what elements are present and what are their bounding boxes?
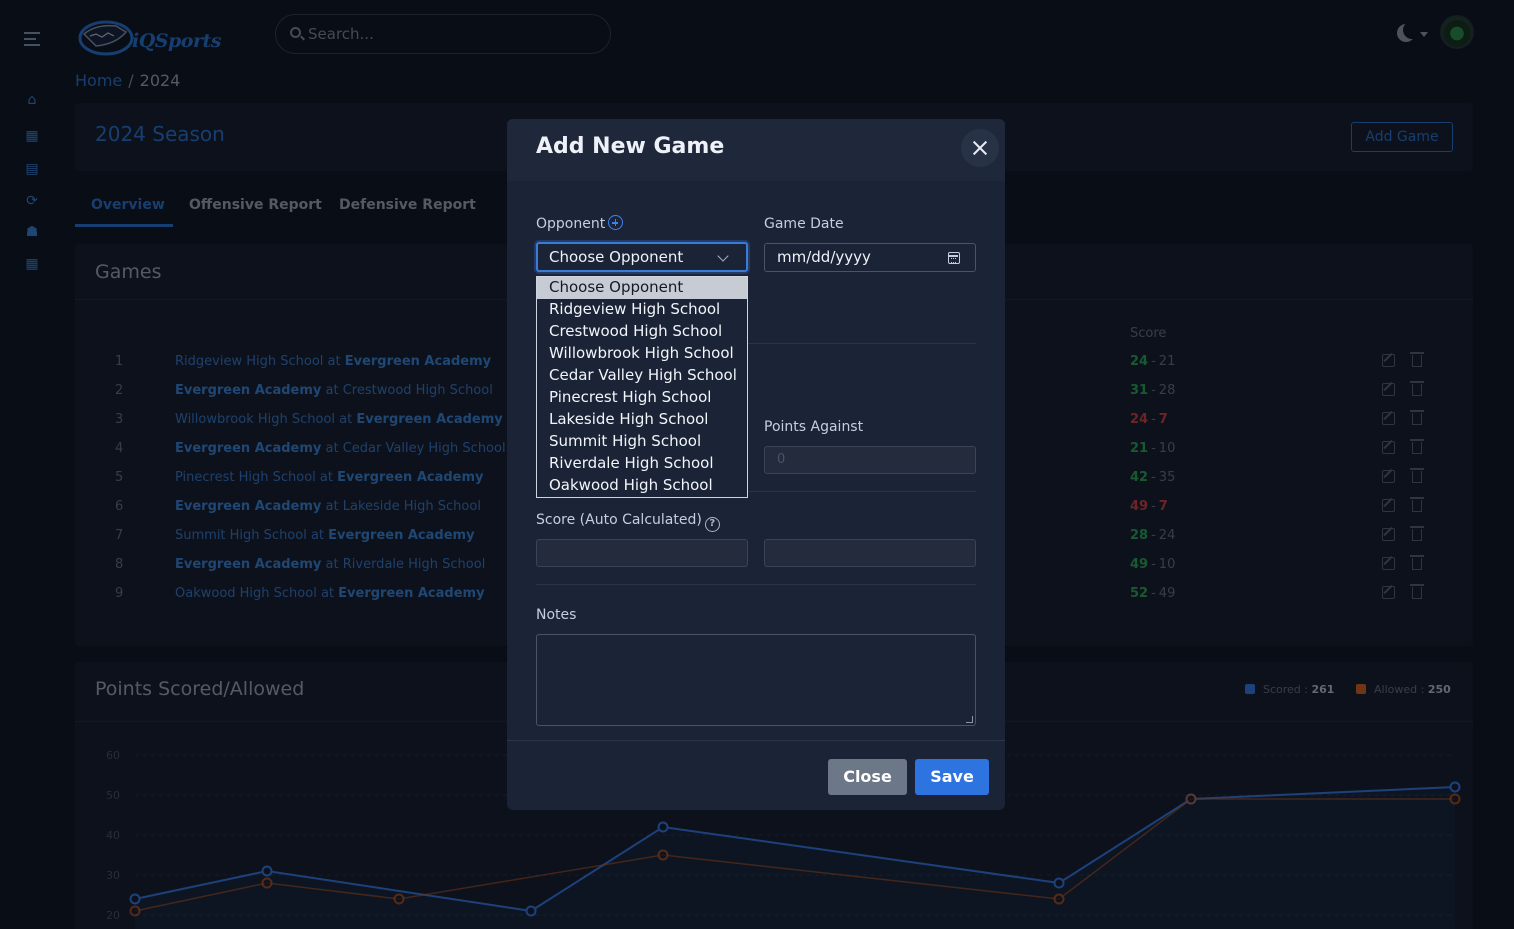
dropdown-option[interactable]: Lakeside High School	[537, 409, 747, 431]
dropdown-option[interactable]: Summit High School	[537, 431, 747, 453]
resize-handle-icon[interactable]	[966, 716, 973, 723]
modal-title: Add New Game	[536, 134, 725, 159]
score-them-field	[764, 539, 976, 567]
save-button[interactable]: Save	[915, 759, 989, 795]
score-label-text: Score (Auto Calculated)	[536, 512, 702, 528]
dropdown-option[interactable]: Crestwood High School	[537, 321, 747, 343]
notes-textarea[interactable]	[536, 634, 976, 726]
opponent-select[interactable]: Choose Opponent	[536, 242, 748, 272]
close-icon[interactable]	[961, 129, 999, 167]
divider	[536, 584, 976, 585]
points-against-placeholder: 0	[777, 452, 786, 467]
chevron-down-icon	[717, 250, 729, 262]
dropdown-option[interactable]: Choose Opponent	[537, 277, 747, 299]
points-against-input[interactable]: 0	[764, 446, 976, 474]
close-button[interactable]: Close	[828, 759, 907, 795]
game-date-label: Game Date	[764, 216, 844, 232]
opponent-select-value: Choose Opponent	[549, 248, 684, 266]
calendar-icon[interactable]	[948, 252, 960, 264]
modal-footer: Close Save	[507, 740, 1005, 810]
dropdown-option[interactable]: Ridgeview High School	[537, 299, 747, 321]
dropdown-option[interactable]: Riverdale High School	[537, 453, 747, 475]
dropdown-option[interactable]: Willowbrook High School	[537, 343, 747, 365]
dropdown-option[interactable]: Pinecrest High School	[537, 387, 747, 409]
dropdown-option[interactable]: Oakwood High School	[537, 475, 747, 497]
opponent-dropdown-list: Choose Opponent Ridgeview High School Cres…	[536, 276, 748, 498]
date-placeholder: mm/dd/yyyy	[777, 248, 871, 266]
score-label: Score (Auto Calculated)?	[536, 512, 720, 532]
opponent-label-text: Opponent	[536, 216, 606, 232]
game-date-input[interactable]: mm/dd/yyyy	[764, 243, 976, 272]
score-us-field	[536, 539, 748, 567]
modal-header: Add New Game	[507, 119, 1005, 181]
points-against-label: Points Against	[764, 419, 864, 435]
add-opponent-icon[interactable]	[608, 215, 624, 230]
notes-label: Notes	[536, 607, 577, 623]
dropdown-option[interactable]: Cedar Valley High School	[537, 365, 747, 387]
help-icon[interactable]: ?	[704, 517, 720, 532]
opponent-label: Opponent	[536, 215, 624, 232]
